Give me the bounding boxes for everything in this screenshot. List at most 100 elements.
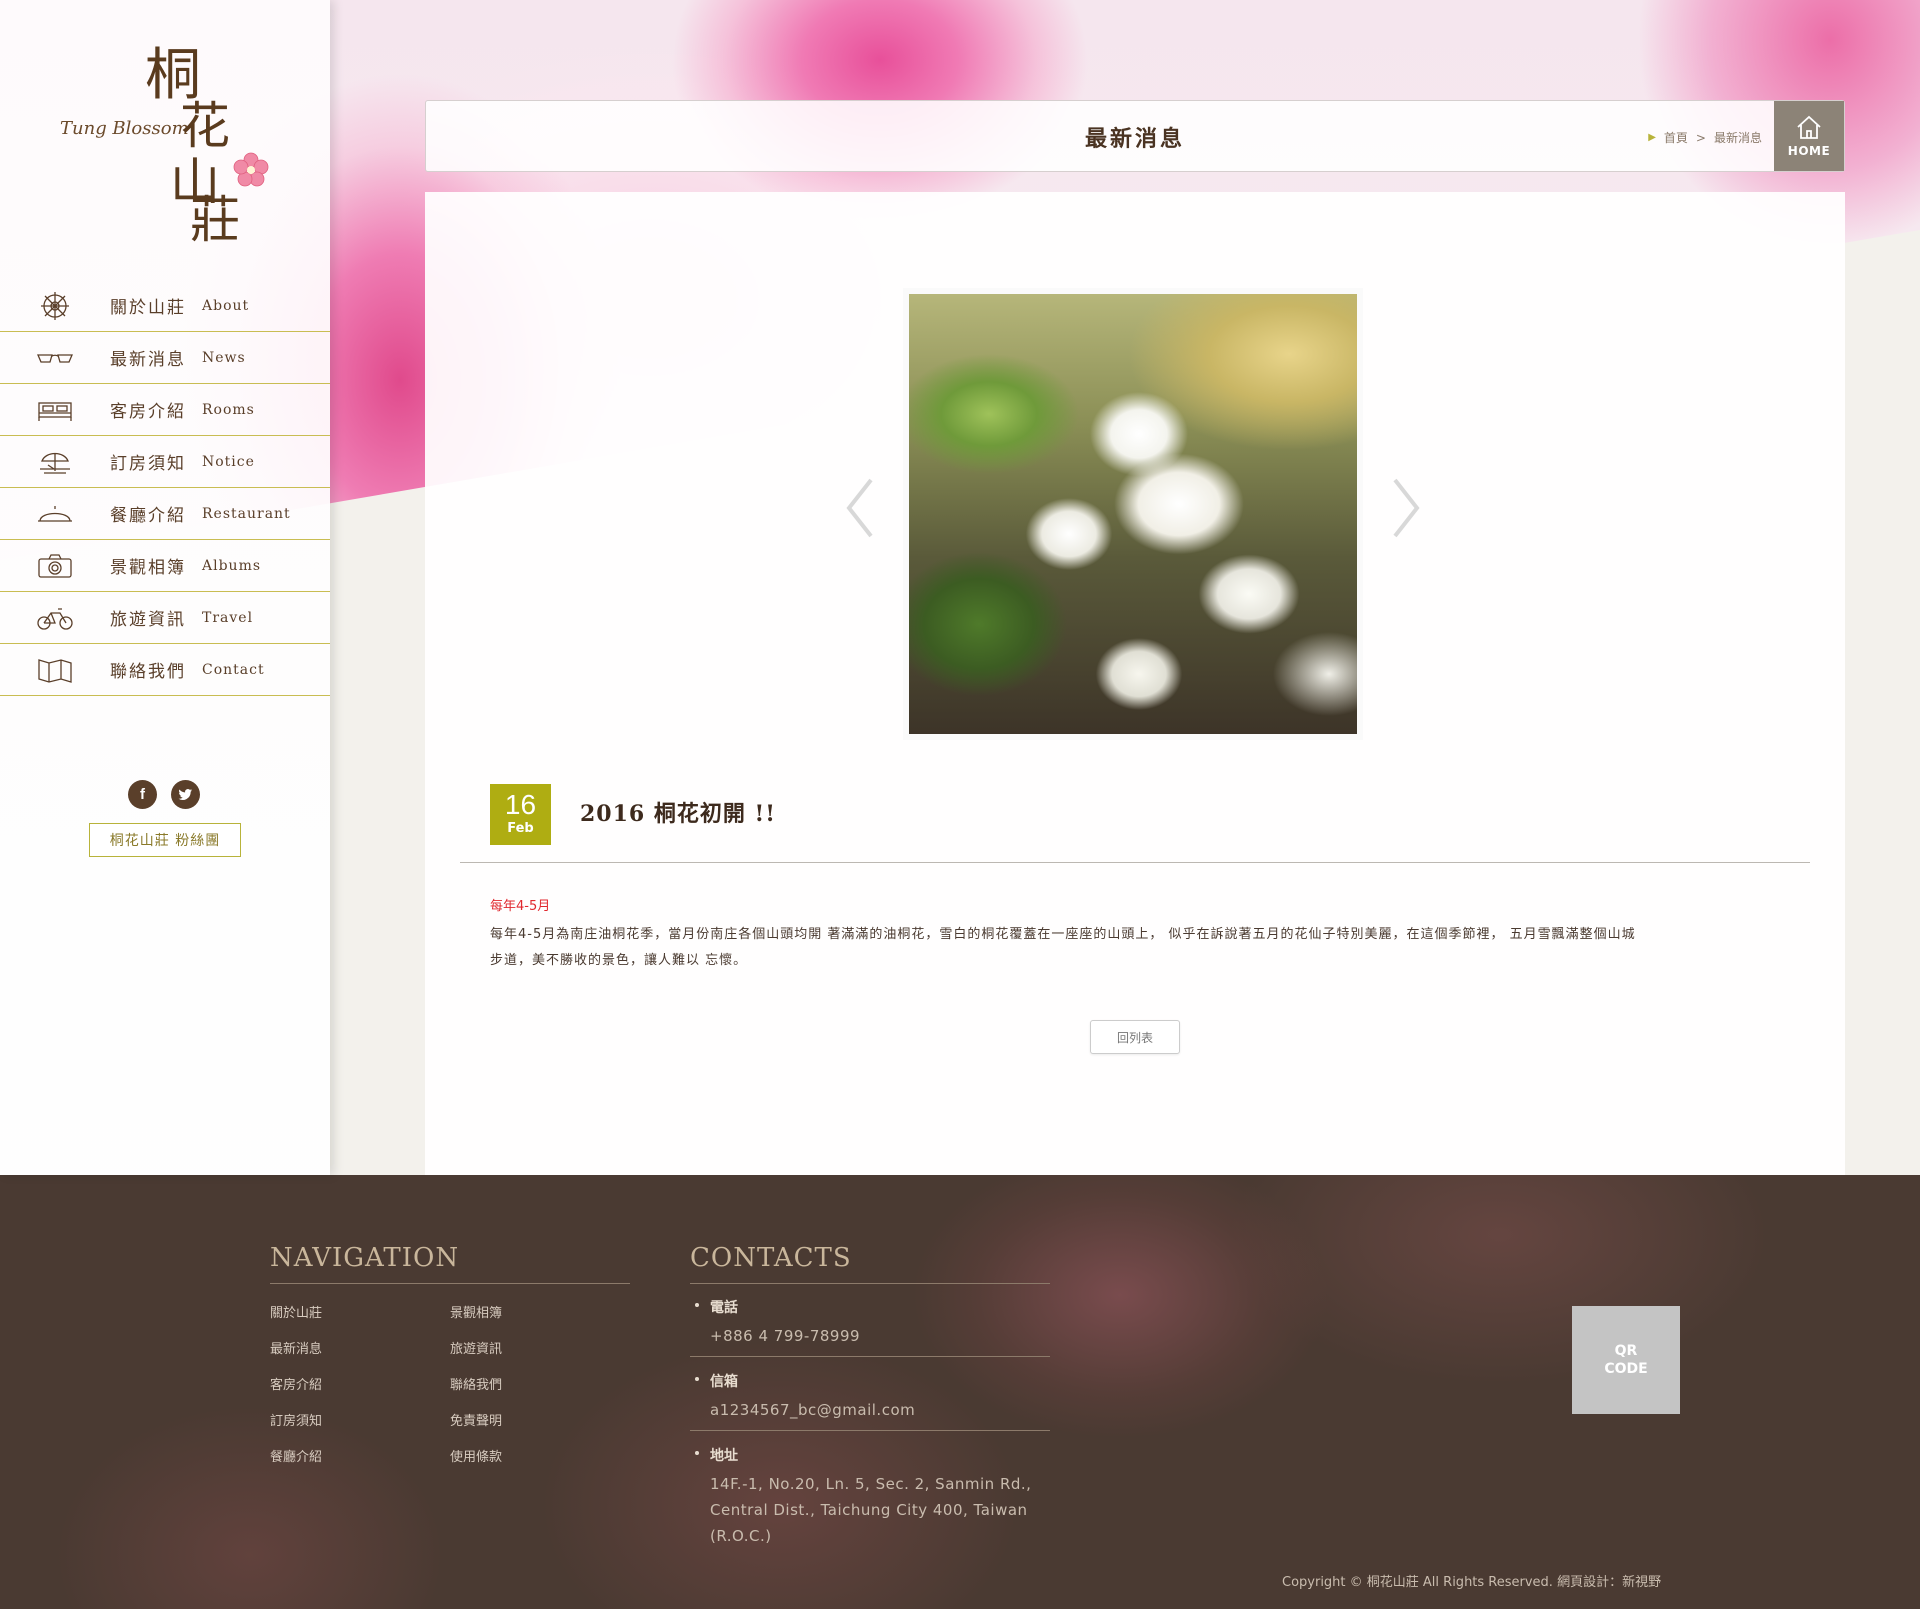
glasses-icon — [0, 332, 110, 384]
address-line-3: (R.O.C.) — [710, 1527, 772, 1545]
footer-divider — [690, 1283, 1050, 1284]
sidebar-item-news[interactable]: 最新消息 News — [0, 332, 330, 384]
address-value: 14F.-1, No.20, Ln. 5, Sec. 2, Sanmin Rd.… — [690, 1471, 1050, 1549]
sidebar-item-label-en: Travel — [202, 609, 254, 626]
sidebar-item-restaurant[interactable]: 餐廳介紹 Restaurant — [0, 488, 330, 540]
breadcrumb-separator: > — [1695, 130, 1706, 145]
post-header: 16 Feb 2016 桐花初開 !! — [490, 784, 1840, 856]
sidebar-item-label-zh: 餐廳介紹 — [110, 506, 186, 526]
divider — [460, 862, 1810, 863]
sidebar-item-label-en: Restaurant — [202, 505, 291, 522]
footer-link-albums[interactable]: 景觀相簿 — [450, 1302, 502, 1321]
cloche-icon — [0, 488, 110, 540]
date-badge: 16 Feb — [490, 784, 551, 845]
sidebar-item-label-en: About — [202, 297, 250, 314]
address-line-2: Central Dist., Taichung City 400, Taiwan — [710, 1501, 1028, 1519]
chevron-right-icon — [1393, 478, 1420, 538]
image-slider — [846, 288, 1420, 740]
sidebar-item-travel[interactable]: 旅遊資訊 Travel — [0, 592, 330, 644]
sidebar-item-label-en: News — [202, 349, 246, 366]
sidebar-item-label-en: Rooms — [202, 401, 255, 418]
sidebar-item-label-zh: 最新消息 — [110, 350, 186, 370]
contact-phone: 電話 +886 4 799-78999 — [690, 1297, 1050, 1349]
beach-umbrella-icon — [0, 436, 110, 488]
sidebar-item-label-zh: 客房介紹 — [110, 402, 186, 422]
back-to-list-button[interactable]: 回列表 — [1090, 1020, 1180, 1054]
footer-divider — [690, 1430, 1050, 1431]
post-text-line-2: 步道，美不勝收的景色，讓人難以 忘懷。 — [490, 953, 748, 968]
qr-label-line-2: CODE — [1604, 1361, 1648, 1377]
email-value[interactable]: a1234567_bc@gmail.com — [690, 1397, 1050, 1423]
sidebar-item-label-zh: 景觀相簿 — [110, 558, 186, 578]
footer-link-about[interactable]: 關於山莊 — [270, 1302, 322, 1321]
contact-address: 地址 14F.-1, No.20, Ln. 5, Sec. 2, Sanmin … — [690, 1445, 1050, 1549]
home-button-label: HOME — [1787, 144, 1831, 158]
slider-prev-button[interactable] — [845, 478, 875, 538]
post-body: 每年4-5月 每年4-5月為南庄油桐花季，當月份南庄各個山頭均開 著滿滿的油桐花… — [490, 895, 1790, 974]
footer-divider — [270, 1283, 630, 1284]
facebook-icon[interactable]: f — [128, 780, 157, 809]
qr-code: QR CODE — [1572, 1306, 1680, 1414]
footer-link-disclaimer[interactable]: 免責聲明 — [450, 1410, 502, 1429]
footer-contacts-title: CONTACTS — [690, 1243, 852, 1273]
chevron-left-icon — [846, 478, 873, 538]
page-header: 最新消息 ▶ 首頁 > 最新消息 HOME — [425, 100, 1845, 172]
sidebar: Tung Blossom 桐 花 山 莊 關於山莊 About 最新消息 New… — [0, 0, 330, 1175]
twitter-icon[interactable] — [171, 780, 200, 809]
main-nav: 關於山莊 About 最新消息 News 客房介紹 Rooms 訂房須知 Not… — [0, 280, 330, 696]
post-text-line-1: 每年4-5月為南庄油桐花季，當月份南庄各個山頭均開 著滿滿的油桐花，雪白的桐花覆… — [490, 927, 1636, 942]
copyright: Copyright © 桐花山莊 All Rights Reserved. 網頁… — [1282, 1575, 1662, 1590]
breadcrumb: ▶ 首頁 > 最新消息 — [1648, 129, 1762, 146]
bicycle-icon — [0, 592, 110, 644]
sidebar-item-label-en: Notice — [202, 453, 255, 470]
sidebar-item-label-zh: 聯絡我們 — [110, 662, 186, 682]
footer-link-travel[interactable]: 旅遊資訊 — [450, 1338, 502, 1357]
caret-right-icon: ▶ — [1648, 132, 1656, 143]
footer-divider — [690, 1356, 1050, 1357]
sidebar-item-contact[interactable]: 聯絡我們 Contact — [0, 644, 330, 696]
sidebar-item-about[interactable]: 關於山莊 About — [0, 280, 330, 332]
address-label: 地址 — [690, 1445, 1050, 1465]
logo[interactable]: Tung Blossom 桐 花 山 莊 — [0, 30, 330, 250]
news-detail: 16 Feb 2016 桐花初開 !! 每年4-5月 每年4-5月為南庄油桐花季… — [425, 192, 1845, 1175]
camera-icon — [0, 540, 110, 592]
slider-next-button[interactable] — [1391, 478, 1421, 538]
wheel-icon — [0, 280, 110, 332]
breadcrumb-home-link[interactable]: 首頁 — [1664, 129, 1688, 146]
fan-page-button[interactable]: 桐花山莊 粉絲團 — [89, 823, 241, 857]
sidebar-item-label-en: Contact — [202, 661, 265, 678]
home-button[interactable]: HOME — [1774, 101, 1844, 171]
sidebar-item-label-zh: 關於山莊 — [110, 298, 186, 318]
sidebar-item-label-zh: 旅遊資訊 — [110, 610, 186, 630]
post-lead: 每年4-5月 — [490, 899, 551, 914]
footer-link-restaurant[interactable]: 餐廳介紹 — [270, 1446, 322, 1465]
social-links: f — [128, 780, 200, 809]
footer-link-news[interactable]: 最新消息 — [270, 1338, 322, 1357]
news-photo — [903, 288, 1363, 740]
phone-label: 電話 — [690, 1297, 1050, 1317]
sidebar-item-rooms[interactable]: 客房介紹 Rooms — [0, 384, 330, 436]
logo-char-4: 莊 — [190, 191, 240, 249]
qr-label-line-1: QR — [1614, 1343, 1638, 1359]
footer-link-contact[interactable]: 聯絡我們 — [450, 1374, 502, 1393]
blossom-icon — [233, 152, 269, 187]
date-month: Feb — [507, 821, 534, 836]
bed-icon — [0, 384, 110, 436]
phone-value[interactable]: +886 4 799-78999 — [690, 1323, 1050, 1349]
footer-link-terms[interactable]: 使用條款 — [450, 1446, 502, 1465]
home-icon — [1797, 115, 1821, 139]
email-label: 信箱 — [690, 1371, 1050, 1391]
footer-link-rooms[interactable]: 客房介紹 — [270, 1374, 322, 1393]
map-icon — [0, 644, 110, 696]
sidebar-item-albums[interactable]: 景觀相簿 Albums — [0, 540, 330, 592]
logo-text-en: Tung Blossom — [60, 118, 189, 139]
sidebar-item-notice[interactable]: 訂房須知 Notice — [0, 436, 330, 488]
sidebar-item-label-zh: 訂房須知 — [110, 454, 186, 474]
address-line-1: 14F.-1, No.20, Ln. 5, Sec. 2, Sanmin Rd.… — [710, 1475, 1032, 1493]
page-title: 最新消息 — [1084, 127, 1185, 152]
footer-nav-title: NAVIGATION — [270, 1243, 460, 1273]
footer: NAVIGATION 關於山莊 最新消息 客房介紹 訂房須知 餐廳介紹 景觀相簿… — [0, 1175, 1920, 1609]
breadcrumb-current: 最新消息 — [1713, 131, 1762, 145]
footer-link-notice[interactable]: 訂房須知 — [270, 1410, 322, 1429]
post-title: 2016 桐花初開 !! — [580, 801, 776, 827]
